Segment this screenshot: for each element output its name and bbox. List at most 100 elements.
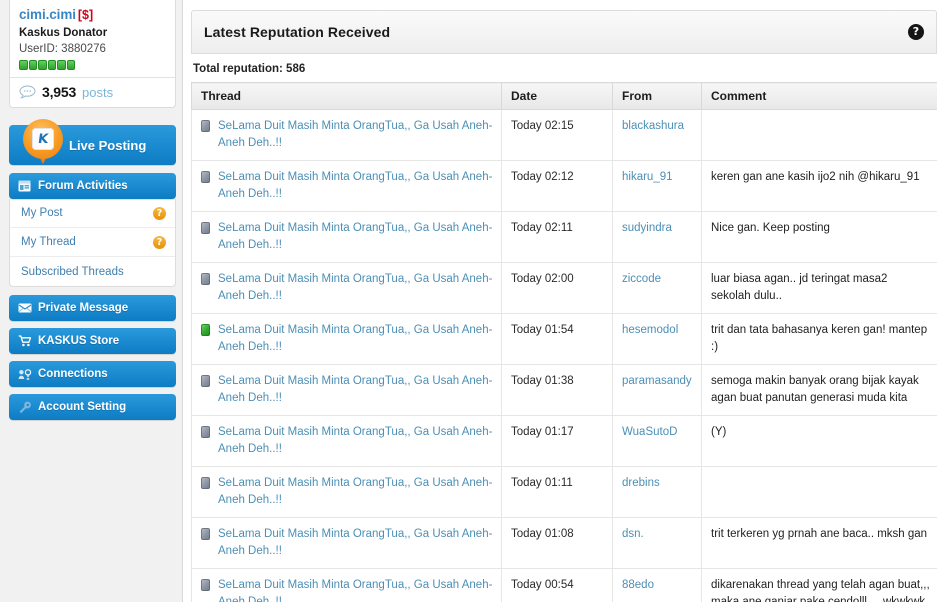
- posts-row[interactable]: 3,953 posts: [10, 77, 175, 107]
- help-badge-icon[interactable]: ?: [153, 235, 166, 249]
- table-row: SeLama Duit Masih Minta OrangTua,, Ga Us…: [191, 211, 937, 263]
- column-header-comment[interactable]: Comment: [701, 82, 937, 110]
- from-user-link[interactable]: sudyindra: [622, 222, 672, 234]
- wrench-icon: [18, 401, 32, 413]
- donator-tag: [$]: [77, 8, 94, 22]
- thread-link[interactable]: SeLama Duit Masih Minta OrangTua,, Ga Us…: [218, 475, 494, 509]
- sidebar-item-subscribed-threads[interactable]: Subscribed Threads: [10, 257, 175, 286]
- cendol-green-icon: [201, 324, 210, 336]
- cendol-gray-icon: [201, 222, 210, 234]
- thread-link[interactable]: SeLama Duit Masih Minta OrangTua,, Ga Us…: [218, 220, 494, 254]
- cell-date: Today 02:11: [501, 211, 613, 263]
- cell-from: hesemodol: [612, 313, 702, 365]
- account-setting-button[interactable]: Account Setting: [9, 394, 176, 420]
- private-message-button[interactable]: Private Message: [9, 295, 176, 321]
- from-user-link[interactable]: ziccode: [622, 273, 661, 285]
- cell-comment: luar biasa agan.. jd teringat masa2 seko…: [701, 262, 937, 314]
- table-row: SeLama Duit Masih Minta OrangTua,, Ga Us…: [191, 517, 937, 569]
- forum-activities-button[interactable]: Forum Activities: [9, 173, 176, 199]
- cell-from: ziccode: [612, 262, 702, 314]
- cendol-gray-icon: [201, 426, 210, 438]
- cell-comment: trit dan tata bahasanya keren gan! mante…: [701, 313, 937, 365]
- cell-date: Today 00:54: [501, 568, 613, 602]
- my-post-label: My Post: [21, 207, 63, 219]
- cell-date: Today 01:17: [501, 415, 613, 467]
- date-text: Today 01:38: [511, 375, 574, 387]
- comment-text: dikarenakan thread yang telah agan buat,…: [711, 579, 930, 602]
- user-title: Kaskus Donator: [19, 27, 108, 39]
- date-text: Today 02:12: [511, 171, 574, 183]
- thread-cell: SeLama Duit Masih Minta OrangTua,, Ga Us…: [201, 220, 494, 254]
- date-text: Today 01:54: [511, 324, 574, 336]
- thread-link[interactable]: SeLama Duit Masih Minta OrangTua,, Ga Us…: [218, 169, 494, 203]
- envelope-icon: [18, 303, 32, 313]
- thread-cell: SeLama Duit Masih Minta OrangTua,, Ga Us…: [201, 169, 494, 203]
- cell-comment: [701, 109, 937, 161]
- kaskus-pin-icon: K: [23, 119, 63, 166]
- reputation-bar: [66, 60, 75, 70]
- date-text: Today 02:15: [511, 120, 574, 132]
- cell-thread: SeLama Duit Masih Minta OrangTua,, Ga Us…: [191, 415, 502, 467]
- cell-date: Today 02:00: [501, 262, 613, 314]
- thread-link[interactable]: SeLama Duit Masih Minta OrangTua,, Ga Us…: [218, 526, 494, 560]
- cell-comment: (Y): [701, 415, 937, 467]
- thread-link[interactable]: SeLama Duit Masih Minta OrangTua,, Ga Us…: [218, 424, 494, 458]
- reputation-bar: [19, 60, 28, 70]
- reputation-bar: [38, 60, 47, 70]
- from-user-link[interactable]: hikaru_91: [622, 171, 673, 183]
- column-header-date[interactable]: Date: [501, 82, 613, 110]
- cell-date: Today 01:54: [501, 313, 613, 365]
- comment-text: Nice gan. Keep posting: [711, 222, 830, 234]
- from-user-link[interactable]: blackashura: [622, 120, 684, 132]
- table-header-row: Thread Date From Comment: [191, 82, 937, 110]
- help-icon[interactable]: ?: [908, 24, 924, 40]
- reputation-bar: [57, 60, 66, 70]
- profile-card: cimi.cimi [$] Kaskus Donator UserID: 3880…: [9, 0, 176, 108]
- cell-from: hikaru_91: [612, 160, 702, 212]
- from-user-link[interactable]: hesemodol: [622, 324, 678, 336]
- cell-thread: SeLama Duit Masih Minta OrangTua,, Ga Us…: [191, 262, 502, 314]
- kaskus-store-button[interactable]: KASKUS Store: [9, 328, 176, 354]
- reputation-bar: [47, 60, 56, 70]
- reputation-table-body: SeLama Duit Masih Minta OrangTua,, Ga Us…: [191, 109, 937, 602]
- posts-count: 3,953: [42, 84, 77, 100]
- from-user-link[interactable]: dsn.: [622, 528, 644, 540]
- kaskus-logo-glyph: K: [36, 131, 50, 147]
- panel-header: Latest Reputation Received ?: [191, 10, 937, 54]
- sidebar-item-my-thread[interactable]: My Thread ?: [10, 228, 175, 257]
- profile-info: cimi.cimi [$] Kaskus Donator UserID: 3880…: [10, 0, 175, 77]
- cell-thread: SeLama Duit Masih Minta OrangTua,, Ga Us…: [191, 160, 502, 212]
- table-row: SeLama Duit Masih Minta OrangTua,, Ga Us…: [191, 415, 937, 467]
- connections-label: Connections: [38, 368, 108, 380]
- thread-link[interactable]: SeLama Duit Masih Minta OrangTua,, Ga Us…: [218, 577, 494, 602]
- thread-cell: SeLama Duit Masih Minta OrangTua,, Ga Us…: [201, 322, 494, 356]
- thread-link[interactable]: SeLama Duit Masih Minta OrangTua,, Ga Us…: [218, 118, 494, 152]
- cell-comment: semoga makin banyak orang bijak kayak ag…: [701, 364, 937, 416]
- sidebar-item-my-post[interactable]: My Post ?: [10, 199, 175, 228]
- cell-date: Today 01:08: [501, 517, 613, 569]
- thread-link[interactable]: SeLama Duit Masih Minta OrangTua,, Ga Us…: [218, 373, 494, 407]
- comment-text: trit terkeren yg prnah ane baca.. mksh g…: [711, 528, 928, 540]
- thread-cell: SeLama Duit Masih Minta OrangTua,, Ga Us…: [201, 475, 494, 509]
- username-row: cimi.cimi [$]: [19, 6, 166, 23]
- thread-link[interactable]: SeLama Duit Masih Minta OrangTua,, Ga Us…: [218, 271, 494, 305]
- cendol-gray-icon: [201, 171, 210, 183]
- live-posting-button[interactable]: K Live Posting: [9, 119, 176, 165]
- thread-link[interactable]: SeLama Duit Masih Minta OrangTua,, Ga Us…: [218, 322, 494, 356]
- from-user-link[interactable]: drebins: [622, 477, 660, 489]
- from-user-link[interactable]: 88edo: [622, 579, 654, 591]
- comment-text: luar biasa agan.. jd teringat masa2 seko…: [711, 273, 888, 302]
- date-text: Today 02:11: [511, 222, 573, 234]
- username-link[interactable]: cimi.cimi: [19, 7, 76, 22]
- cell-from: WuaSutoD: [612, 415, 702, 467]
- cell-date: Today 02:15: [501, 109, 613, 161]
- connections-button[interactable]: Connections: [9, 361, 176, 387]
- thread-cell: SeLama Duit Masih Minta OrangTua,, Ga Us…: [201, 577, 494, 602]
- from-user-link[interactable]: paramasandy: [622, 375, 692, 387]
- table-row: SeLama Duit Masih Minta OrangTua,, Ga Us…: [191, 364, 937, 416]
- help-badge-icon[interactable]: ?: [153, 206, 166, 220]
- cell-from: dsn.: [612, 517, 702, 569]
- column-header-thread[interactable]: Thread: [191, 82, 502, 110]
- from-user-link[interactable]: WuaSutoD: [622, 426, 677, 438]
- column-header-from[interactable]: From: [612, 82, 702, 110]
